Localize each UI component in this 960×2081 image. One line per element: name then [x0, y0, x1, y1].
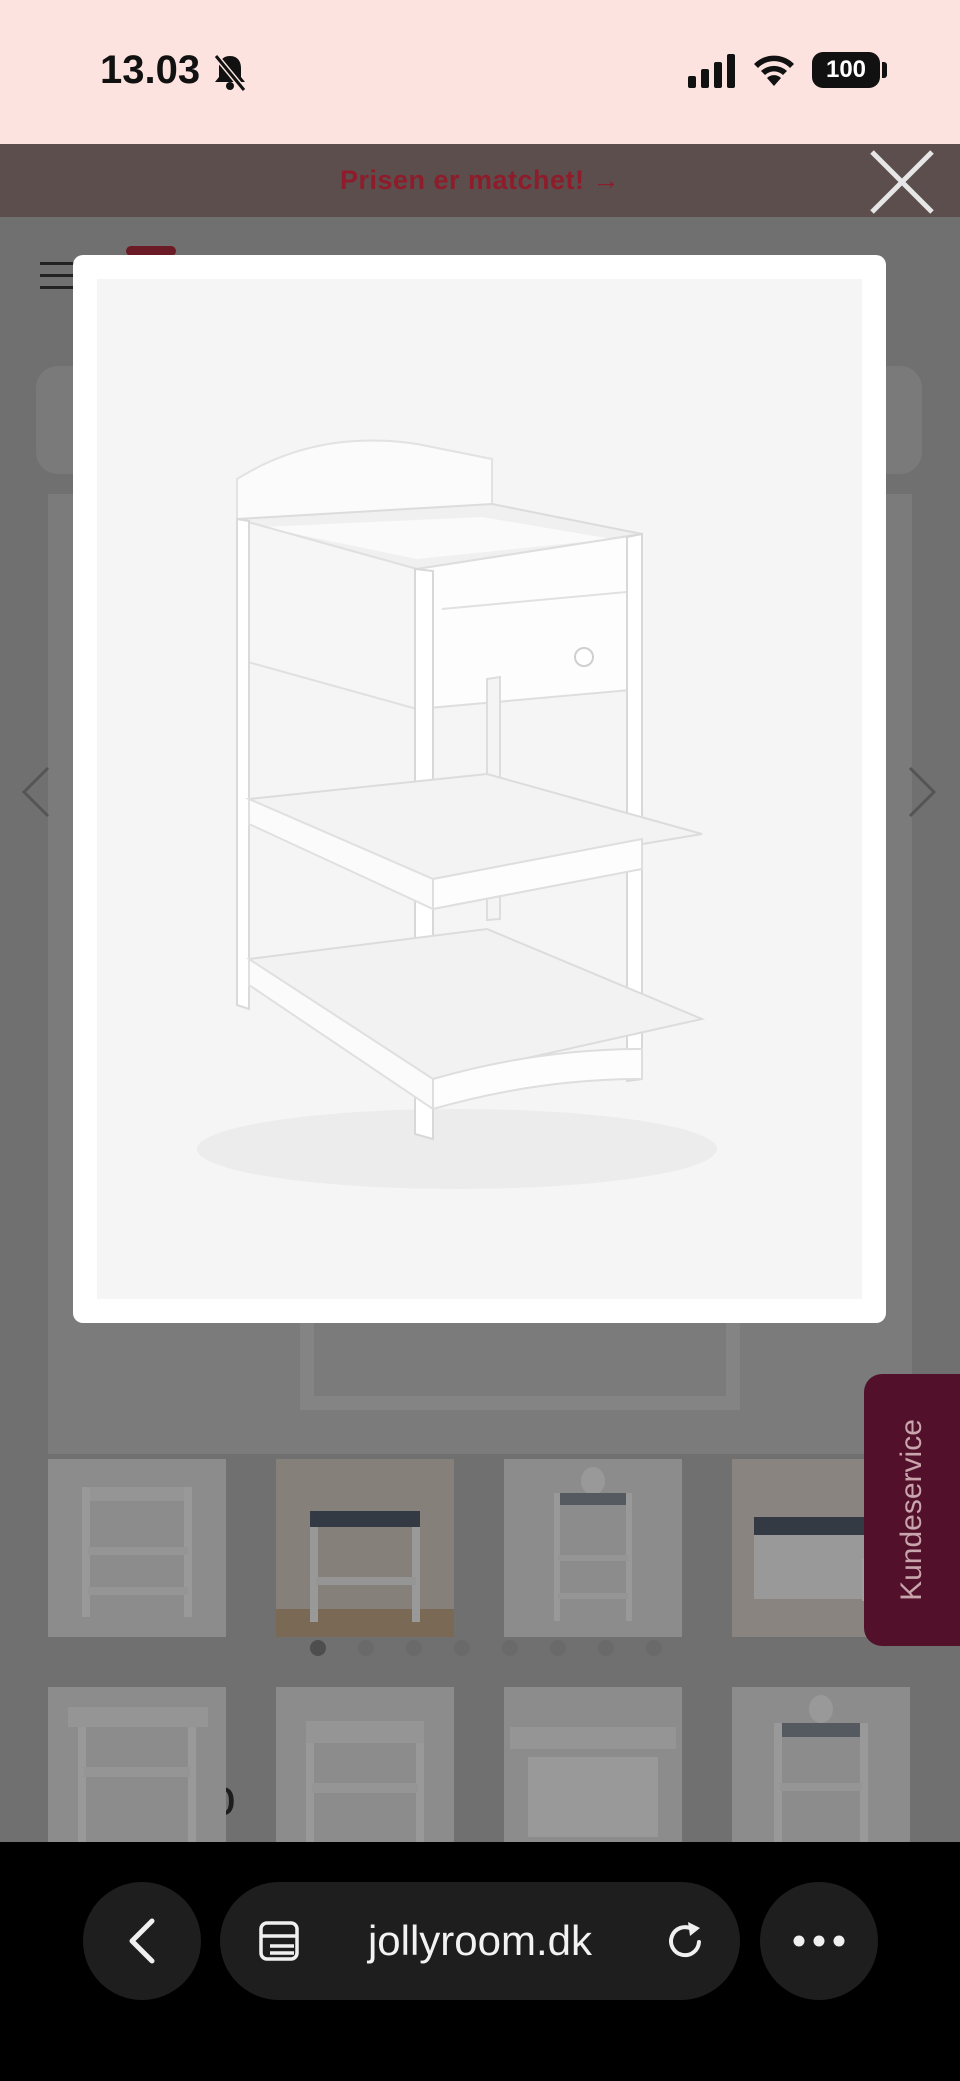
thumbnail-row: [48, 1459, 912, 1637]
thumbnail[interactable]: [48, 1459, 226, 1637]
pagination-dot[interactable]: [598, 1640, 614, 1656]
changing-table-image: [97, 279, 862, 1299]
wifi-icon: [754, 55, 794, 86]
status-time: 13.03: [100, 48, 201, 92]
thumbnail-row: [48, 1687, 912, 1842]
pagination-dot[interactable]: [454, 1640, 470, 1656]
thumbnail[interactable]: [276, 1687, 454, 1842]
battery-level: 100: [825, 56, 867, 83]
bell-slash-icon: [213, 54, 247, 92]
pagination-dot[interactable]: [550, 1640, 566, 1656]
thumbnail[interactable]: [504, 1459, 682, 1637]
chevron-left-icon: [129, 1918, 155, 1964]
url-text[interactable]: jollyroom.dk: [220, 1882, 740, 2000]
pagination-dot[interactable]: [310, 1640, 326, 1656]
status-bar: 13.03 100: [0, 0, 960, 144]
browser-back-button[interactable]: [83, 1882, 201, 2000]
price-match-text[interactable]: Prisen er matchet! →: [340, 165, 620, 196]
lightbox-image[interactable]: [97, 279, 862, 1299]
thumbnail[interactable]: [732, 1687, 910, 1842]
image-lightbox: [73, 255, 886, 1323]
pagination-dot[interactable]: [502, 1640, 518, 1656]
page: 13.03 100 Prisen er matchet! → Kundeserv…: [0, 0, 960, 2081]
address-bar[interactable]: jollyroom.dk: [220, 1882, 740, 2000]
menu-icon[interactable]: [40, 262, 76, 292]
cellular-signal-icon: [688, 54, 735, 88]
more-options-button[interactable]: [760, 1882, 878, 2000]
pagination-dot[interactable]: [358, 1640, 374, 1656]
pagination-dot[interactable]: [406, 1640, 422, 1656]
thumbnail[interactable]: [276, 1459, 454, 1637]
price-match-banner[interactable]: Prisen er matchet! →: [0, 144, 960, 217]
reload-icon[interactable]: [664, 1920, 706, 1962]
customer-service-label[interactable]: Kundeservice: [895, 1419, 929, 1601]
product-image-main: [300, 1320, 740, 1410]
pagination-dot[interactable]: [646, 1640, 662, 1656]
battery-nub: [882, 62, 887, 78]
close-icon[interactable]: [864, 144, 940, 220]
thumbnail[interactable]: [48, 1687, 226, 1842]
chevron-left-icon[interactable]: [18, 764, 54, 820]
thumbnail[interactable]: [504, 1687, 682, 1842]
battery-icon: 100: [812, 52, 880, 88]
ellipsis-icon: [793, 1935, 845, 1947]
chevron-right-icon[interactable]: [904, 764, 940, 820]
customer-service-tab[interactable]: Kundeservice: [864, 1374, 960, 1646]
